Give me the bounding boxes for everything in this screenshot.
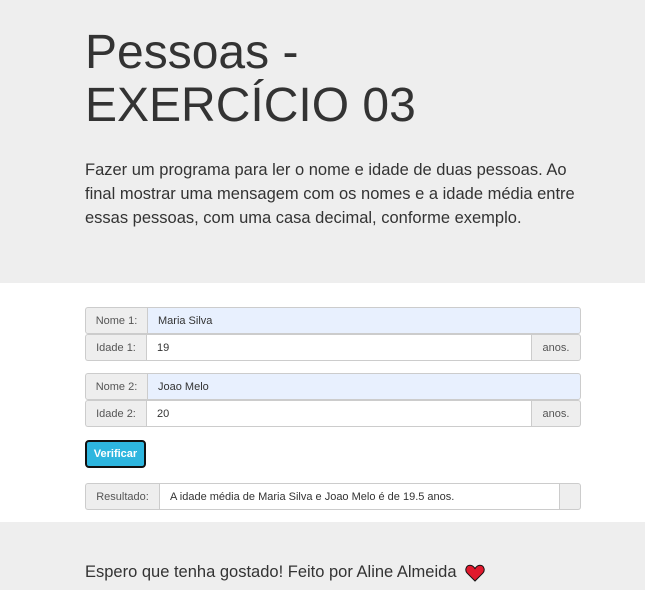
idade1-suffix: anos.	[532, 334, 581, 361]
idade2-group: Idade 2: 20 anos.	[85, 400, 581, 427]
idade2-input[interactable]: 20	[146, 400, 532, 427]
resultado-addon	[560, 483, 581, 510]
header-section: Pessoas - EXERCÍCIO 03 Fazer um programa…	[0, 0, 645, 283]
nome1-label: Nome 1:	[85, 307, 147, 334]
page-title: Pessoas - EXERCÍCIO 03	[85, 26, 645, 132]
resultado-label: Resultado:	[85, 483, 159, 510]
form-section: Nome 1: Maria Silva Idade 1: 19 anos. No…	[0, 283, 645, 522]
nome1-group: Nome 1: Maria Silva	[85, 307, 581, 334]
idade2-suffix: anos.	[532, 400, 581, 427]
idade1-group: Idade 1: 19 anos.	[85, 334, 581, 361]
nome1-input[interactable]: Maria Silva	[147, 307, 581, 334]
heart-icon	[465, 564, 485, 582]
page-title-line1: Pessoas -	[85, 26, 299, 79]
page-title-line2: EXERCÍCIO 03	[85, 79, 416, 132]
footer-text: Espero que tenha gostado! Feito por Alin…	[85, 563, 457, 582]
verificar-button[interactable]: Verificar	[85, 440, 146, 468]
idade2-label: Idade 2:	[85, 400, 146, 427]
nome2-label: Nome 2:	[85, 373, 147, 400]
resultado-group: Resultado: A idade média de Maria Silva …	[85, 483, 581, 510]
exercise-description: Fazer um programa para ler o nome e idad…	[85, 161, 575, 227]
nome2-input[interactable]: Joao Melo	[147, 373, 581, 400]
nome2-group: Nome 2: Joao Melo	[85, 373, 581, 400]
resultado-output: A idade média de Maria Silva e Joao Melo…	[159, 483, 560, 510]
idade1-label: Idade 1:	[85, 334, 146, 361]
footer: Espero que tenha gostado! Feito por Alin…	[0, 522, 645, 590]
idade1-input[interactable]: 19	[146, 334, 532, 361]
